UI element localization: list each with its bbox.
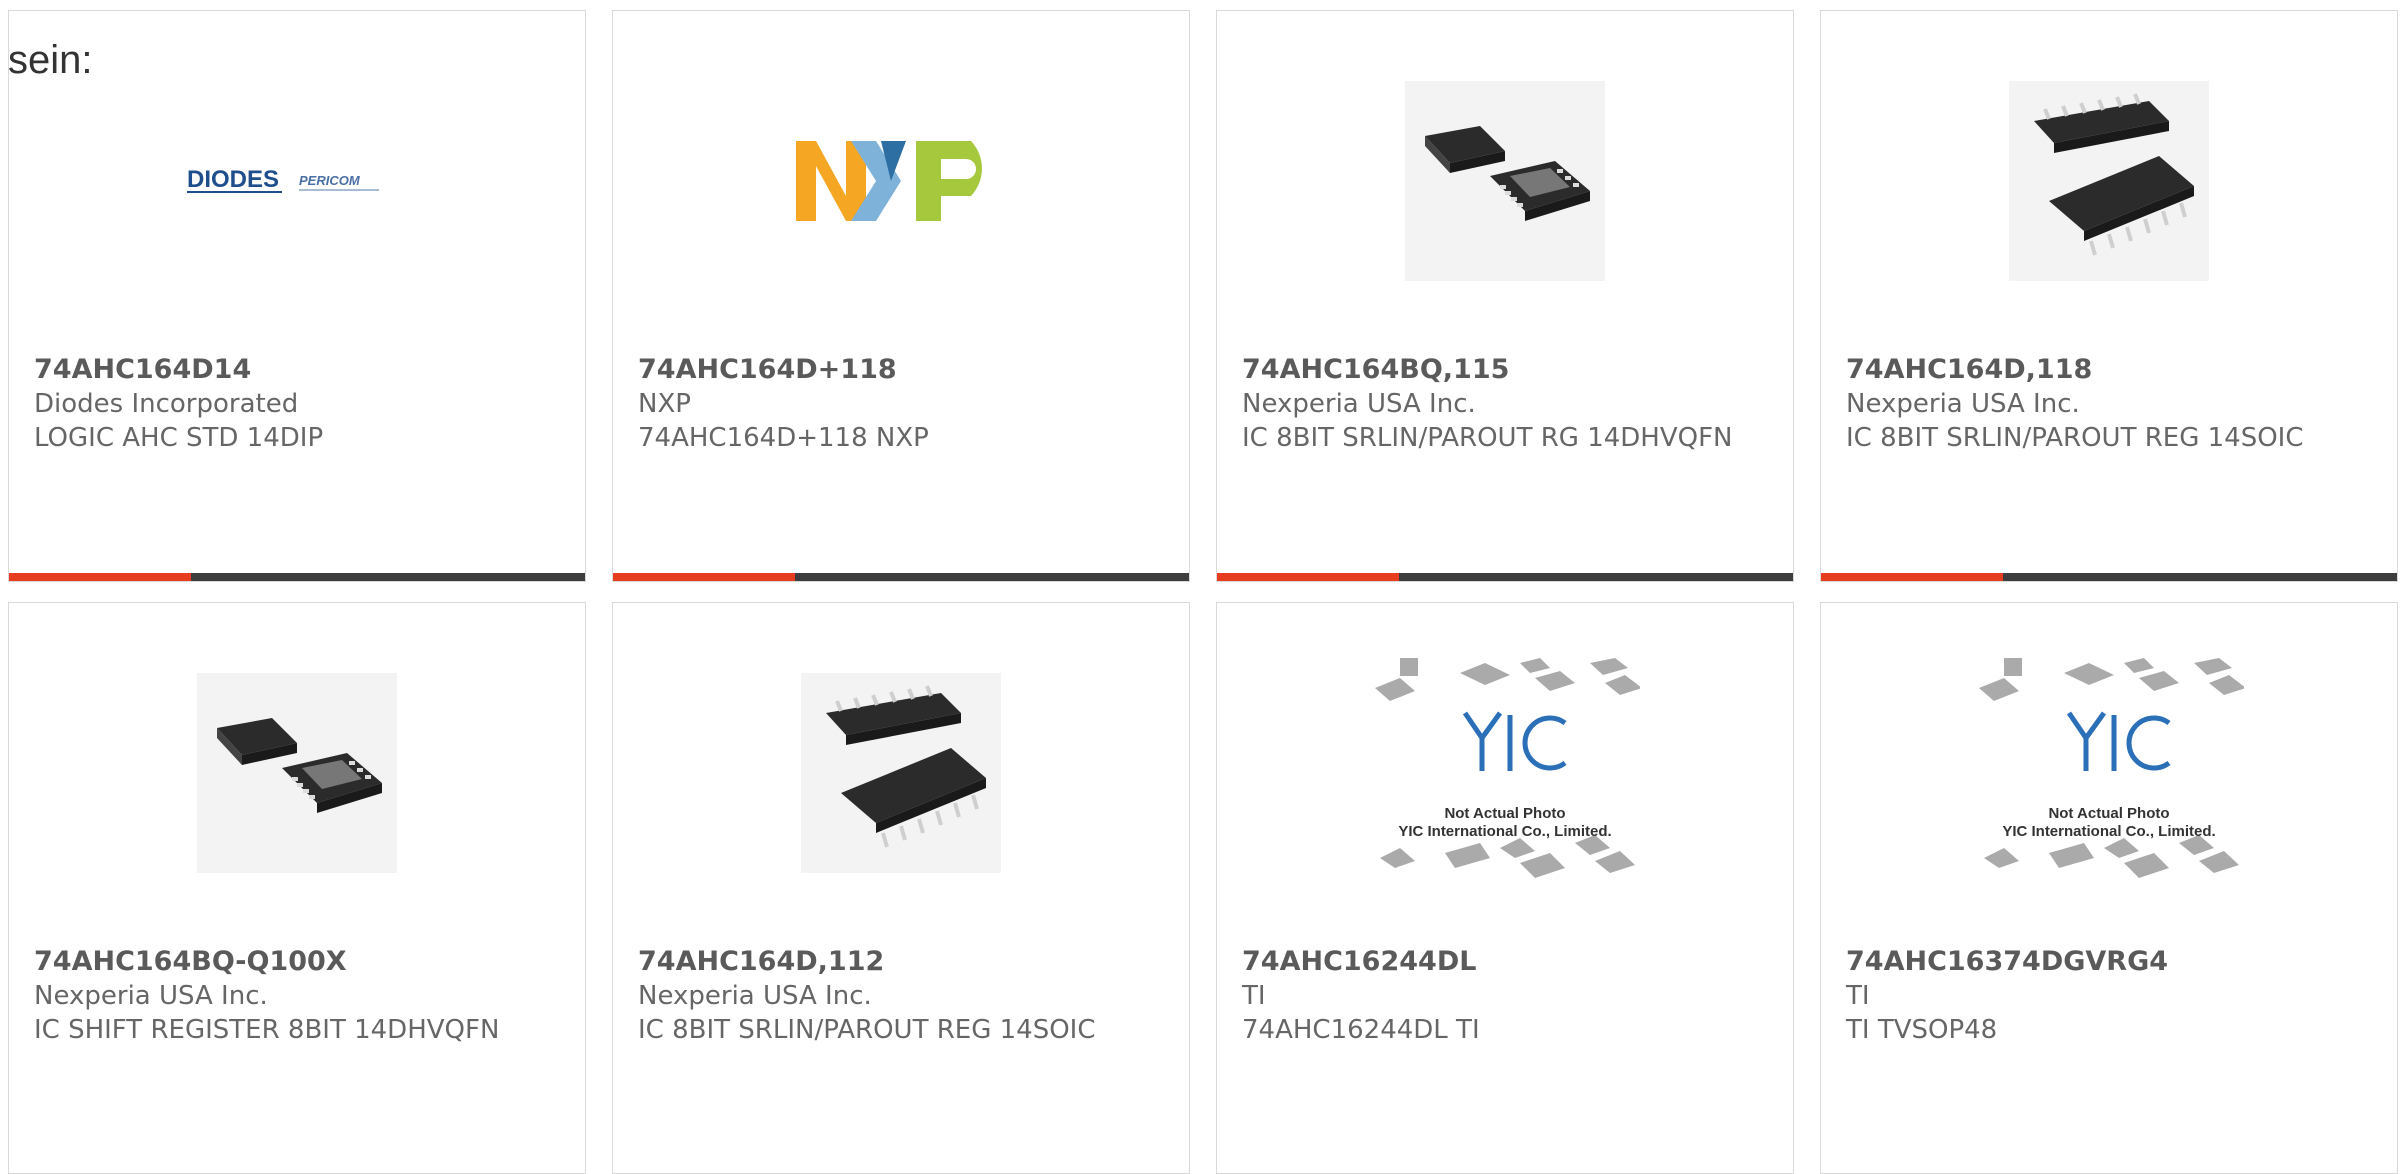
product-grid: DIODES PERICOM 74AHC164D14 Diodes Incorp… xyxy=(8,10,2398,1174)
placeholder-line-1: Not Actual Photo xyxy=(1444,805,1566,822)
manufacturer: Nexperia USA Inc. xyxy=(1846,389,2080,419)
part-number[interactable]: 74AHC164D,118 xyxy=(1846,353,2372,387)
card-bottom-bar xyxy=(1821,573,2397,581)
part-number[interactable]: 74AHC16244DL xyxy=(1242,945,1768,979)
page-prefix-text: sein: xyxy=(8,38,93,82)
part-number[interactable]: 74AHC164BQ,115 xyxy=(1242,353,1768,387)
product-image[interactable] xyxy=(1821,71,2397,291)
product-card[interactable]: 74AHC164D+118 NXP 74AHC164D+118 NXP xyxy=(612,10,1190,582)
product-card[interactable]: 74AHC164D,118 Nexperia USA Inc. IC 8BIT … xyxy=(1820,10,2398,582)
description: IC SHIFT REGISTER 8BIT 14DHVQFN xyxy=(34,1015,500,1045)
manufacturer: Nexperia USA Inc. xyxy=(1242,389,1476,419)
product-card[interactable]: 74AHC164D,112 Nexperia USA Inc. IC 8BIT … xyxy=(612,602,1190,1174)
manufacturer: NXP xyxy=(638,389,691,419)
description: 74AHC16244DL TI xyxy=(1242,1015,1480,1045)
description: TI TVSOP48 xyxy=(1846,1015,1998,1045)
soic-chip-photo-icon xyxy=(801,673,1001,873)
dhvqfn-chip-photo-icon xyxy=(197,673,397,873)
logo-text-main: DIODES xyxy=(187,166,279,193)
manufacturer: TI xyxy=(1846,981,1870,1011)
product-card[interactable]: Not Actual Photo YIC International Co., … xyxy=(1820,602,2398,1174)
placeholder-line-2: YIC International Co., Limited. xyxy=(1398,823,1612,840)
description: LOGIC AHC STD 14DIP xyxy=(34,423,324,453)
yic-placeholder-icon: Not Actual Photo YIC International Co., … xyxy=(1974,653,2246,893)
description: IC 8BIT SRLIN/PAROUT REG 14SOIC xyxy=(1846,423,2304,453)
product-card[interactable]: 74AHC164BQ-Q100X Nexperia USA Inc. IC SH… xyxy=(8,602,586,1174)
description: IC 8BIT SRLIN/PAROUT RG 14DHVQFN xyxy=(1242,423,1733,453)
logo-text-sub: PERICOM xyxy=(299,173,361,188)
part-number[interactable]: 74AHC164BQ-Q100X xyxy=(34,945,560,979)
card-bottom-bar xyxy=(9,573,585,581)
manufacturer: Diodes Incorporated xyxy=(34,389,299,419)
card-bottom-bar xyxy=(613,573,1189,581)
manufacturer: Nexperia USA Inc. xyxy=(638,981,872,1011)
product-card[interactable]: Not Actual Photo YIC International Co., … xyxy=(1216,602,1794,1174)
manufacturer: TI xyxy=(1242,981,1266,1011)
card-bottom-bar xyxy=(1217,573,1793,581)
soic-chip-photo-icon xyxy=(2009,81,2209,281)
part-number[interactable]: 74AHC164D14 xyxy=(34,353,560,387)
placeholder-line-2: YIC International Co., Limited. xyxy=(2002,823,2216,840)
dhvqfn-chip-photo-icon xyxy=(1405,81,1605,281)
description: 74AHC164D+118 NXP xyxy=(638,423,929,453)
product-image[interactable] xyxy=(613,71,1189,291)
diodes-pericom-logo-icon: DIODES PERICOM xyxy=(187,166,379,193)
product-image[interactable] xyxy=(1217,71,1793,291)
product-card[interactable]: 74AHC164BQ,115 Nexperia USA Inc. IC 8BIT… xyxy=(1216,10,1794,582)
placeholder-line-1: Not Actual Photo xyxy=(2048,805,2170,822)
manufacturer: Nexperia USA Inc. xyxy=(34,981,268,1011)
product-image[interactable] xyxy=(613,663,1189,883)
product-image[interactable] xyxy=(9,663,585,883)
product-image[interactable]: Not Actual Photo YIC International Co., … xyxy=(1217,658,1793,883)
product-image[interactable]: Not Actual Photo YIC International Co., … xyxy=(1821,658,2397,883)
part-number[interactable]: 74AHC164D,112 xyxy=(638,945,1164,979)
part-number[interactable]: 74AHC16374DGVRG4 xyxy=(1846,945,2372,979)
product-image[interactable]: DIODES PERICOM xyxy=(9,71,585,291)
product-card[interactable]: DIODES PERICOM 74AHC164D14 Diodes Incorp… xyxy=(8,10,586,582)
yic-placeholder-icon: Not Actual Photo YIC International Co., … xyxy=(1370,653,1642,893)
nxp-logo-icon xyxy=(796,141,982,221)
description: IC 8BIT SRLIN/PAROUT REG 14SOIC xyxy=(638,1015,1096,1045)
part-number[interactable]: 74AHC164D+118 xyxy=(638,353,1164,387)
